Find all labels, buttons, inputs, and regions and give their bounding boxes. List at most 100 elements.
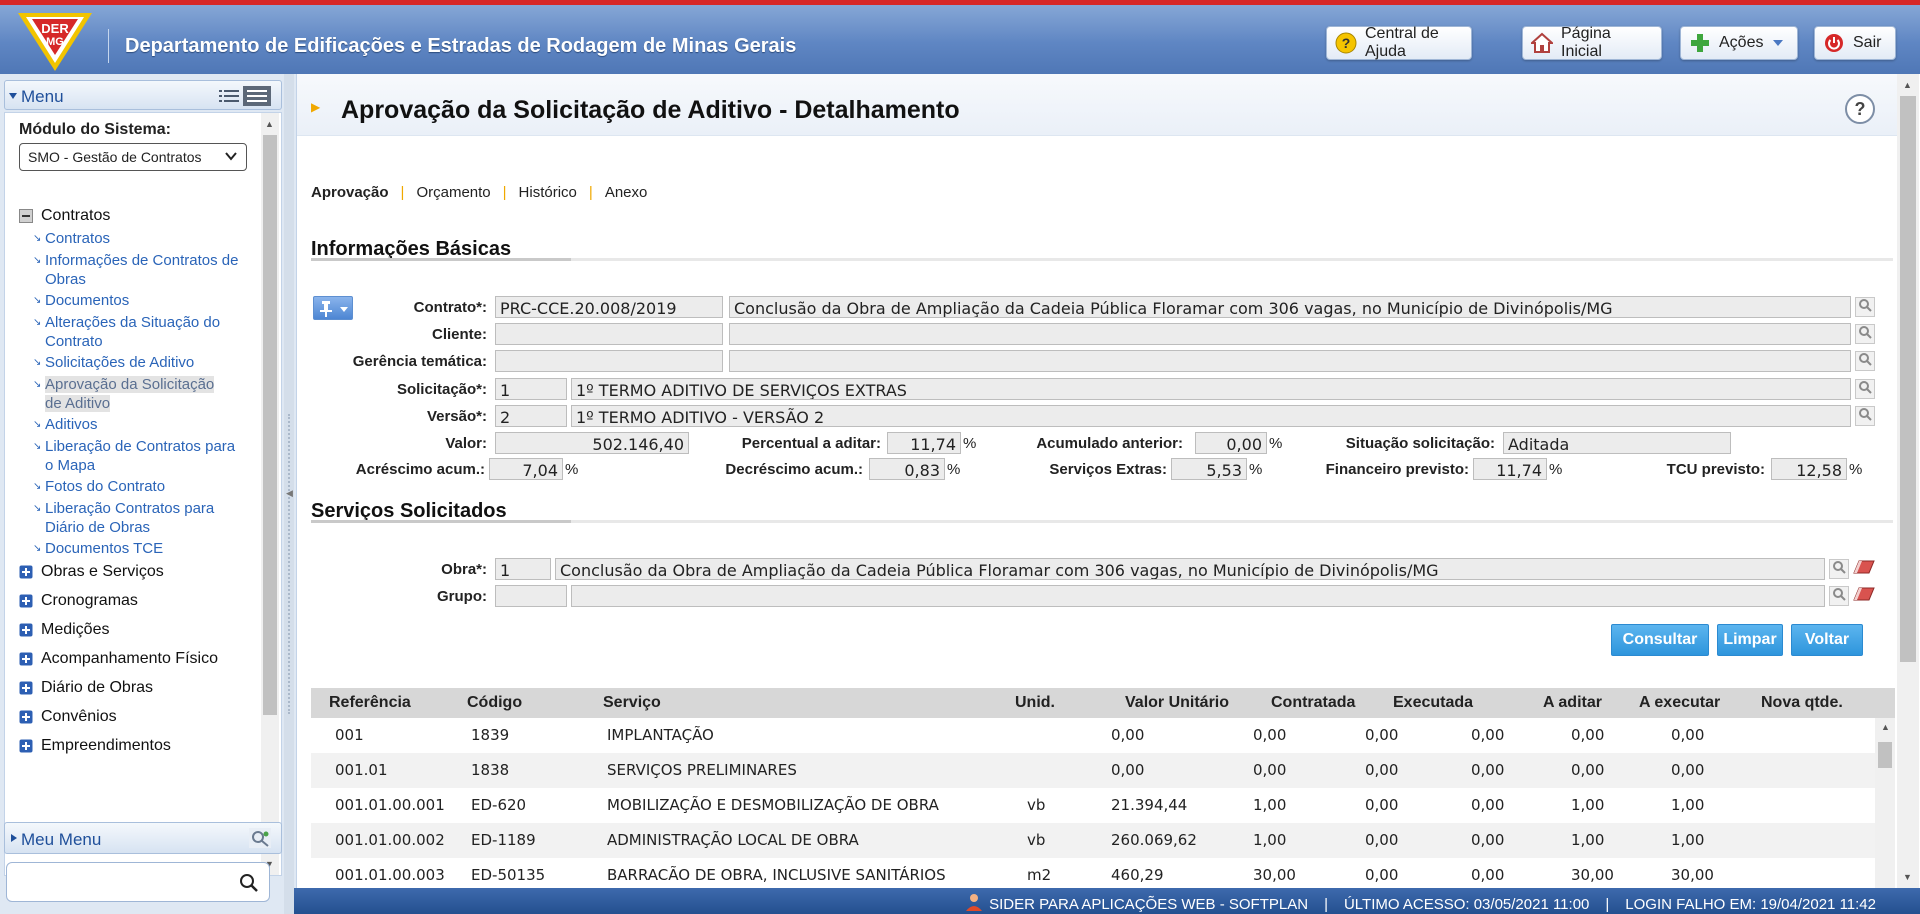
pin-options-button[interactable]	[313, 296, 353, 320]
collapse-left-icon[interactable]: ◀	[286, 488, 293, 499]
obra-description-field[interactable]: Conclusão da Obra de Ampliação da Cadeia…	[555, 558, 1825, 580]
menu-item-fotos-contrato[interactable]: ↘ Fotos do Contrato	[33, 477, 245, 496]
contrato-code-field[interactable]: PRC-CCE.20.008/2019	[495, 296, 723, 318]
tree-category-medicoes[interactable]: Medições	[19, 621, 109, 639]
clear-grupo-button[interactable]	[1853, 586, 1875, 606]
main-scrollbar[interactable]: ▲ ▼	[1897, 74, 1919, 888]
voltar-button[interactable]: Voltar	[1791, 624, 1863, 656]
search-versao-button[interactable]	[1855, 406, 1875, 426]
financeiro-field[interactable]: 11,74	[1473, 458, 1547, 480]
scroll-up-icon[interactable]: ▲	[1881, 722, 1890, 732]
der-mg-logo[interactable]: DER MG	[16, 11, 94, 73]
table-row[interactable]: 001.01.00.002 ED-1189 ADMINISTRAÇÃO LOCA…	[311, 823, 1875, 858]
menu-item-liberacao-mapa[interactable]: ↘ Liberação de Contratos para o Mapa	[33, 437, 245, 475]
servicos-extras-field[interactable]: 5,53	[1171, 458, 1247, 480]
table-row[interactable]: 001.01 1838 SERVIÇOS PRELIMINARES 0,00 0…	[311, 753, 1875, 788]
tab-historico[interactable]: Histórico	[519, 184, 577, 201]
help-center-button[interactable]: ? Central de Ajuda	[1326, 25, 1472, 60]
table-row[interactable]: 001.01.00.003 ED-50135 BARRACÃO DE OBRA,…	[311, 858, 1875, 888]
search-obra-button[interactable]	[1829, 559, 1849, 579]
menu-item-alteracoes-situacao[interactable]: ↘ Alterações da Situação do Contrato	[33, 313, 245, 351]
menu-search-input[interactable]	[6, 862, 270, 902]
help-button[interactable]: ?	[1845, 94, 1875, 124]
solicitacao-number-field[interactable]: 1	[495, 378, 567, 400]
tab-orcamento[interactable]: Orçamento	[416, 184, 490, 201]
search-gerencia-button[interactable]	[1855, 351, 1875, 371]
tree-category-acompanhamento[interactable]: Acompanhamento Físico	[19, 650, 218, 668]
decrescimo-field[interactable]: 0,83	[869, 458, 945, 480]
sidebar-splitter[interactable]: ◀	[284, 74, 294, 914]
col-header-codigo[interactable]: Código	[467, 694, 522, 712]
col-header-referencia[interactable]: Referência	[329, 694, 411, 712]
contrato-description-field[interactable]: Conclusão da Obra de Ampliação da Cadeia…	[729, 296, 1851, 318]
tree-category-convenios[interactable]: Convênios	[19, 708, 117, 726]
table-scrollbar[interactable]: ▲	[1875, 718, 1895, 888]
scroll-down-icon[interactable]: ▼	[1903, 872, 1912, 882]
clear-obra-button[interactable]	[1853, 559, 1875, 579]
list-view-icon[interactable]	[219, 88, 241, 108]
scrollbar-thumb[interactable]	[263, 135, 277, 715]
col-header-unidade[interactable]: Unid.	[1015, 694, 1055, 712]
tree-view-icon[interactable]	[243, 86, 271, 110]
tcu-field[interactable]: 12,58	[1771, 458, 1847, 480]
tree-category-contratos[interactable]: Contratos	[19, 207, 110, 225]
grupo-description-field[interactable]	[571, 585, 1825, 607]
tree-category-diario[interactable]: Diário de Obras	[19, 679, 153, 697]
actions-menu-button[interactable]: Ações	[1680, 26, 1798, 60]
acrescimo-field[interactable]: 7,04	[489, 458, 563, 480]
my-menu-header[interactable]: Meu Menu	[4, 822, 282, 854]
limpar-button[interactable]: Limpar	[1717, 624, 1783, 656]
search-icon[interactable]	[239, 873, 259, 897]
logout-button[interactable]: Sair	[1814, 26, 1896, 60]
percentual-field[interactable]: 11,74	[887, 432, 961, 454]
col-header-nova-qtde[interactable]: Nova qtde.	[1761, 694, 1843, 712]
cliente-code-field[interactable]	[495, 323, 723, 345]
search-contrato-button[interactable]	[1855, 297, 1875, 317]
grupo-code-field[interactable]	[495, 585, 567, 607]
tab-anexo[interactable]: Anexo	[605, 184, 648, 201]
tree-category-cronogramas[interactable]: Cronogramas	[19, 592, 138, 610]
menu-item-documentos-tce[interactable]: ↘ Documentos TCE	[33, 539, 245, 558]
module-select[interactable]: SMO - Gestão de Contratos	[19, 143, 247, 171]
search-grupo-button[interactable]	[1829, 586, 1849, 606]
tab-aprovacao[interactable]: Aprovação	[311, 184, 389, 201]
situacao-field[interactable]: Aditada	[1503, 432, 1731, 454]
menu-item-informacoes-contratos[interactable]: ↘ Informações de Contratos de Obras	[33, 251, 245, 289]
col-header-contratada[interactable]: Contratada	[1271, 694, 1355, 712]
table-row[interactable]: 001 1839 IMPLANTAÇÃO 0,00 0,00 0,00 0,00…	[311, 718, 1875, 753]
sidebar-scrollbar[interactable]: ▲ ▼	[261, 113, 279, 875]
versao-description-field[interactable]: 1º TERMO ADITIVO - VERSÃO 2	[571, 405, 1851, 427]
menu-item-liberacao-diario[interactable]: ↘ Liberação Contratos para Diário de Obra…	[33, 499, 215, 537]
tree-category-empreendimentos[interactable]: Empreendimentos	[19, 737, 171, 755]
home-page-button[interactable]: Página Inicial	[1522, 25, 1662, 60]
col-header-executada[interactable]: Executada	[1393, 694, 1473, 712]
settings-icon[interactable]	[249, 828, 271, 852]
consultar-button[interactable]: Consultar	[1611, 624, 1709, 656]
scrollbar-thumb[interactable]	[1878, 742, 1892, 768]
col-header-servico[interactable]: Serviço	[603, 694, 661, 712]
acumulado-field[interactable]: 0,00	[1195, 432, 1267, 454]
obra-number-field[interactable]: 1	[495, 558, 551, 580]
menu-item-solicitacoes-aditivo[interactable]: ↘ Solicitações de Aditivo	[33, 353, 245, 372]
gerencia-description-field[interactable]	[729, 350, 1851, 372]
scroll-up-icon[interactable]: ▲	[265, 119, 274, 129]
scroll-up-icon[interactable]: ▲	[1903, 80, 1912, 90]
gerencia-code-field[interactable]	[495, 350, 723, 372]
col-header-a-executar[interactable]: A executar	[1639, 694, 1720, 712]
cliente-description-field[interactable]	[729, 323, 1851, 345]
menu-item-aprovacao-solicitacao[interactable]: ↘ Aprovação da Solicitação de Aditivo	[33, 375, 215, 413]
col-header-valor-unitario[interactable]: Valor Unitário	[1125, 694, 1229, 712]
tree-category-obras[interactable]: Obras e Serviços	[19, 563, 164, 581]
menu-header[interactable]: Menu	[4, 80, 282, 110]
menu-item-documentos[interactable]: ↘ Documentos	[33, 291, 245, 310]
solicitacao-description-field[interactable]: 1º TERMO ADITIVO DE SERVIÇOS EXTRAS	[571, 378, 1851, 400]
table-row[interactable]: 001.01.00.001 ED-620 MOBILIZAÇÃO E DESMO…	[311, 788, 1875, 823]
menu-item-aditivos[interactable]: ↘ Aditivos	[33, 415, 245, 434]
col-header-a-aditar[interactable]: A aditar	[1543, 694, 1602, 712]
search-cliente-button[interactable]	[1855, 324, 1875, 344]
valor-field[interactable]: 502.146,40	[495, 432, 689, 454]
scrollbar-thumb[interactable]	[1900, 96, 1916, 662]
versao-number-field[interactable]: 2	[495, 405, 567, 427]
search-solicitacao-button[interactable]	[1855, 379, 1875, 399]
menu-item-contratos[interactable]: ↘ Contratos	[33, 229, 245, 248]
